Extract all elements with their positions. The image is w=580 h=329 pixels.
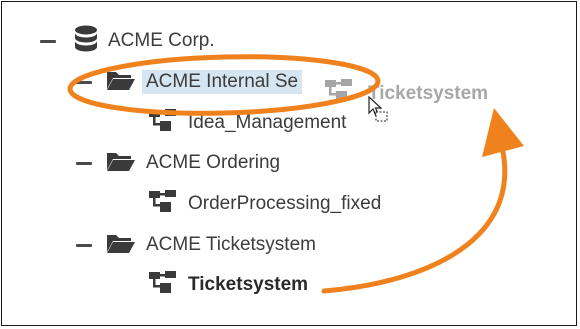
tree-node-root[interactable]: ACME Corp. <box>40 25 215 58</box>
tree-node-folder-internal-services[interactable]: ACME Internal Se <box>76 67 303 97</box>
tree-node-label: OrderProcessing_fixed <box>188 193 382 214</box>
tree-node-label: ACME Ordering <box>146 152 281 173</box>
process-icon <box>324 78 354 109</box>
tree-node-folder-ticketsystem[interactable]: ACME Ticketsystem <box>76 230 316 260</box>
database-icon <box>74 25 98 58</box>
collapse-icon[interactable] <box>40 39 56 43</box>
process-icon <box>148 108 178 139</box>
copy-cursor-icon <box>367 95 389 127</box>
tree-node-label: ACME Internal Se <box>142 70 303 94</box>
curved-arrow <box>321 144 508 294</box>
collapse-icon[interactable] <box>76 243 92 247</box>
tree-node-ticketsystem[interactable]: Ticketsystem <box>148 270 308 300</box>
collapse-icon[interactable] <box>76 161 92 165</box>
tree-node-label: Ticketsystem <box>188 274 309 295</box>
folder-open-icon <box>106 232 136 259</box>
tree-node-label: ACME Corp. <box>108 30 215 51</box>
drag-ghost: Ticketsystem <box>324 78 488 109</box>
tree-node-label: ACME Ticketsystem <box>146 234 316 255</box>
folder-open-icon <box>106 69 136 96</box>
arrowhead-icon <box>482 108 524 157</box>
tree-node-idea-management[interactable]: Idea_Management <box>148 108 346 138</box>
folder-open-icon <box>106 150 136 177</box>
tree-node-label: Idea_Management <box>188 112 347 133</box>
collapse-icon[interactable] <box>76 80 92 84</box>
process-icon <box>148 270 178 301</box>
process-icon <box>148 189 178 220</box>
tree-node-orderprocessing-fixed[interactable]: OrderProcessing_fixed <box>148 189 381 219</box>
tree-node-folder-ordering[interactable]: ACME Ordering <box>76 148 280 178</box>
tree-panel: ACME Corp. ACME Internal Se Idea_Managem… <box>1 1 577 326</box>
